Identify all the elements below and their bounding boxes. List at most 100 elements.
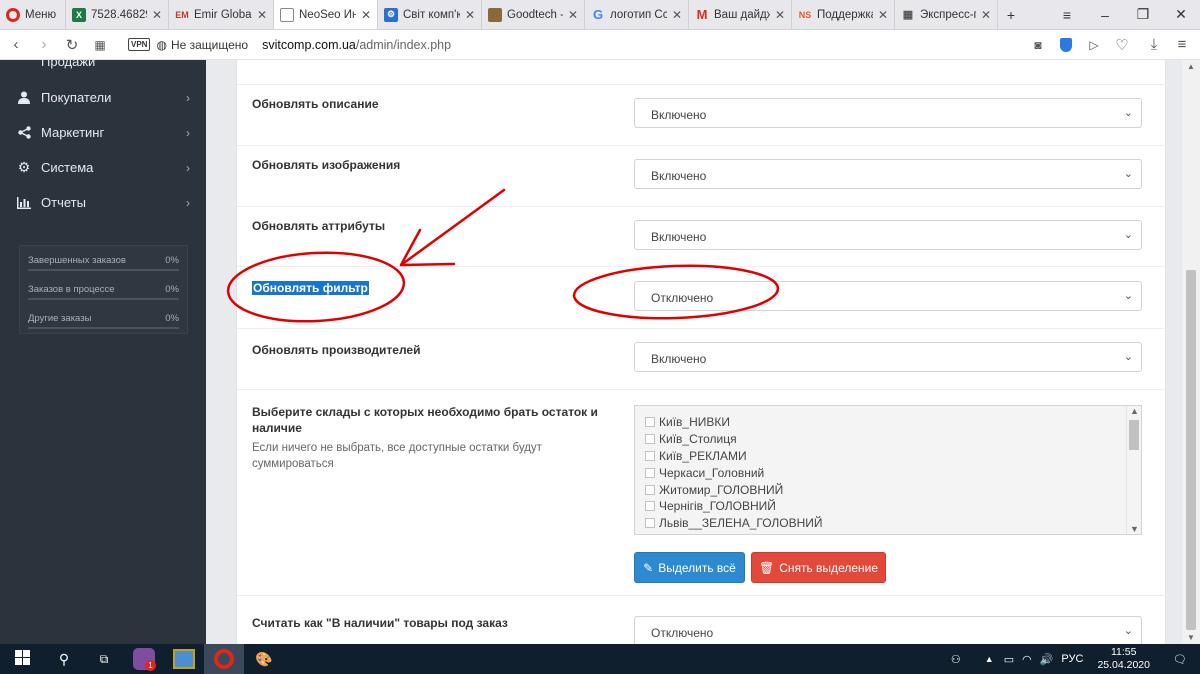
new-tab-button[interactable]: + bbox=[998, 0, 1024, 29]
battery-icon[interactable]: ▭ bbox=[1004, 653, 1014, 666]
downloads-button[interactable]: ⤓ bbox=[1140, 31, 1168, 59]
checkbox[interactable] bbox=[645, 467, 655, 478]
notification-center-icon[interactable]: 🗨 bbox=[1160, 653, 1200, 666]
select-update-manufacturers[interactable]: Включено ⌄ bbox=[634, 342, 1142, 372]
scroll-down-icon[interactable]: ▼ bbox=[1130, 524, 1139, 534]
close-tab-icon[interactable]: ✕ bbox=[465, 8, 475, 22]
select-update-attributes[interactable]: Включено ⌄ bbox=[634, 220, 1142, 250]
taskbar-app-paint[interactable]: 🎨 bbox=[244, 644, 284, 674]
start-button[interactable] bbox=[0, 644, 44, 674]
select-all-button[interactable]: ✎ Выделить всё bbox=[634, 552, 745, 583]
scrollbar-thumb[interactable] bbox=[1186, 270, 1196, 630]
option-label: Київ_Столиця bbox=[659, 432, 737, 447]
close-tab-icon[interactable]: ✕ bbox=[672, 8, 682, 22]
tab-emir[interactable]: EM Emir Global ✕ bbox=[169, 0, 274, 29]
warehouse-checklist[interactable]: Київ_НИВКИ Київ_Столиця Київ_РЕКЛАМИ Чер… bbox=[634, 405, 1142, 535]
select-update-images[interactable]: Включено ⌄ bbox=[634, 159, 1142, 189]
back-button[interactable]: ‹ bbox=[2, 31, 30, 59]
easy-setup-button[interactable]: ≡ bbox=[1168, 31, 1196, 59]
scroll-up-icon[interactable]: ▲ bbox=[1130, 406, 1139, 416]
option-label: Львів__ЗЕЛЕНА_ГОЛОВНИЙ bbox=[659, 516, 823, 531]
chevron-down-icon: ⌄ bbox=[1123, 107, 1133, 119]
tab-goodtech[interactable]: Goodtech - ✕ bbox=[482, 0, 585, 29]
select-update-description[interactable]: Включено ⌄ bbox=[634, 98, 1142, 128]
checkbox[interactable] bbox=[645, 417, 655, 428]
sidebar-item-reports[interactable]: Отчеты › bbox=[0, 185, 206, 220]
page-scrollbar[interactable]: ▲ ▼ bbox=[1182, 60, 1200, 644]
security-label[interactable]: Не защищено bbox=[171, 38, 248, 52]
tab-svit[interactable]: ⚙ Світ комп'ю ✕ bbox=[378, 0, 482, 29]
setting-row-filter: Обновлять фильтр Отключено ⌄ bbox=[237, 267, 1167, 329]
close-tab-icon[interactable]: ✕ bbox=[775, 8, 785, 22]
speed-dial-button[interactable]: ▦ bbox=[86, 31, 114, 59]
select-preorder-in-stock[interactable]: Отключено ⌄ bbox=[634, 616, 1142, 644]
tab-excel[interactable]: X 7528.46829 ✕ bbox=[66, 0, 169, 29]
bookmark-button[interactable]: ♡ bbox=[1108, 31, 1136, 59]
close-window-button[interactable]: ✕ bbox=[1162, 0, 1200, 29]
close-tab-icon[interactable]: ✕ bbox=[878, 8, 888, 22]
minimize-button[interactable]: – bbox=[1086, 0, 1124, 29]
people-icon[interactable]: ⚇ bbox=[951, 653, 961, 666]
checklist-scrollbar[interactable]: ▲ ▼ bbox=[1126, 406, 1141, 534]
snapshot-button[interactable]: ◙ bbox=[1024, 31, 1052, 59]
checkbox[interactable] bbox=[645, 484, 655, 495]
language-indicator[interactable]: РУС bbox=[1061, 653, 1083, 665]
close-tab-icon[interactable]: ✕ bbox=[257, 8, 267, 22]
close-tab-icon[interactable]: ✕ bbox=[361, 8, 371, 22]
tab-gmail[interactable]: M Ваш дайдж ✕ bbox=[689, 0, 792, 29]
checkbox[interactable] bbox=[645, 518, 655, 529]
main-content: Обновлять описание Включено ⌄ Обновлять … bbox=[206, 60, 1182, 644]
warehouse-option[interactable]: Київ_РЕКЛАМИ bbox=[635, 448, 1141, 465]
address-bar: ‹ › ↻ ▦ VPN ◍ Не защищено svitcomp.com.u… bbox=[0, 30, 1200, 60]
warehouse-option[interactable]: Черкаси_Головний bbox=[635, 464, 1141, 481]
chevron-right-icon: › bbox=[186, 160, 190, 175]
scroll-down-icon[interactable]: ▼ bbox=[1187, 633, 1195, 642]
sidebar-item-system[interactable]: ⚙ Система › bbox=[0, 150, 206, 185]
minimize-icon: – bbox=[1101, 6, 1109, 23]
tab-neoseo-active[interactable]: NeoSeo Инт ✕ bbox=[274, 0, 378, 29]
search-button[interactable]: ⚲ bbox=[44, 644, 84, 674]
volume-icon[interactable]: 🔊 bbox=[1040, 653, 1054, 666]
restore-button[interactable]: ❐ bbox=[1124, 0, 1162, 29]
warehouse-option[interactable]: Львів__ЗЕЛЕНА_ГОЛОВНИЙ bbox=[635, 515, 1141, 532]
taskbar-app-explorer[interactable] bbox=[164, 644, 204, 674]
select-update-filter[interactable]: Отключено ⌄ bbox=[634, 281, 1142, 311]
close-tab-icon[interactable]: ✕ bbox=[981, 8, 991, 22]
deselect-button[interactable]: 🗑 Снять выделение bbox=[751, 552, 886, 583]
sidebar-item-sales[interactable]: Продажи bbox=[0, 60, 206, 72]
tab-express[interactable]: ▦ Экспресс-п ✕ bbox=[895, 0, 998, 29]
warehouse-option[interactable]: Київ_НИВКИ bbox=[635, 414, 1141, 431]
checkbox[interactable] bbox=[645, 450, 655, 461]
scrollbar-thumb[interactable] bbox=[1129, 420, 1139, 450]
url-field[interactable]: svitcomp.com.ua/admin/index.php bbox=[262, 38, 451, 52]
taskbar-app-opera[interactable] bbox=[204, 644, 244, 674]
stat-progress-bar bbox=[28, 269, 179, 271]
task-view-button[interactable]: ⧉ bbox=[84, 644, 124, 674]
warehouse-option[interactable]: Київ_Столиця bbox=[635, 431, 1141, 448]
wifi-icon[interactable]: ◠ bbox=[1022, 653, 1032, 666]
tab-menu-button[interactable]: ≡ bbox=[1048, 0, 1086, 29]
checkbox[interactable] bbox=[645, 434, 655, 445]
opera-menu-button[interactable]: Меню bbox=[0, 0, 66, 29]
sidebar-item-marketing[interactable]: Маркетинг › bbox=[0, 115, 206, 150]
reload-button[interactable]: ↻ bbox=[58, 31, 86, 59]
scroll-up-icon[interactable]: ▲ bbox=[1187, 62, 1195, 71]
stat-progress-bar bbox=[28, 298, 179, 300]
stat-other-orders: Другие заказы 0% bbox=[20, 304, 187, 333]
taskbar-app-viber[interactable]: 1 bbox=[124, 644, 164, 674]
forward-button[interactable]: › bbox=[30, 31, 58, 59]
tab-support[interactable]: NS Поддержка ✕ bbox=[792, 0, 895, 29]
close-tab-icon[interactable]: ✕ bbox=[152, 8, 162, 22]
sidebar-item-customers[interactable]: Покупатели › bbox=[0, 80, 206, 115]
close-tab-icon[interactable]: ✕ bbox=[568, 8, 578, 22]
adblock-button[interactable] bbox=[1052, 31, 1080, 59]
user-icon bbox=[16, 91, 32, 104]
clock[interactable]: 11:55 25.04.2020 bbox=[1087, 646, 1160, 672]
warehouse-option[interactable]: Житомир_ГОЛОВНИЙ bbox=[635, 481, 1141, 498]
warehouse-option[interactable]: Чернігів_ГОЛОВНИЙ bbox=[635, 498, 1141, 515]
checkbox[interactable] bbox=[645, 501, 655, 512]
send-button[interactable]: ▷ bbox=[1080, 31, 1108, 59]
show-hidden-icons[interactable]: ▲ bbox=[985, 654, 994, 664]
tab-google[interactable]: G логотип Сс ✕ bbox=[585, 0, 689, 29]
vpn-badge[interactable]: VPN bbox=[128, 38, 151, 51]
